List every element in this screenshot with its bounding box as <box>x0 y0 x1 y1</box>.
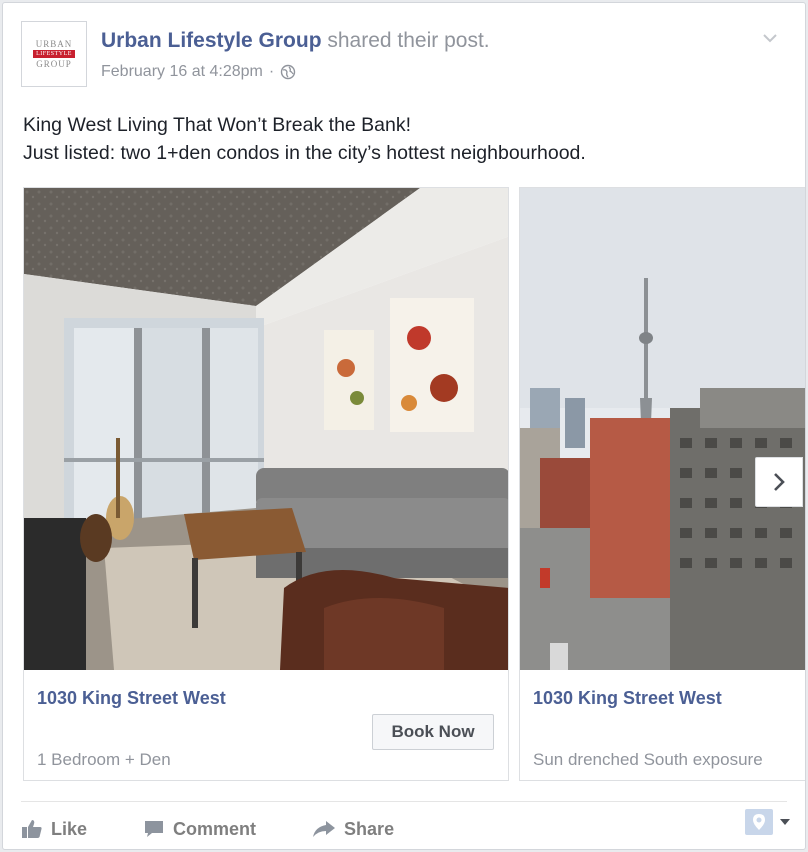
page-audience-box <box>745 809 773 835</box>
shared-text: shared their post. <box>327 29 490 52</box>
carousel-next-button[interactable] <box>755 457 803 507</box>
card-description: Sun drenched South exposure <box>533 750 763 769</box>
post-text-line: King West Living That Won’t Break the Ba… <box>23 114 412 136</box>
chevron-right-icon <box>774 473 785 491</box>
post-meta: February 16 at 4:28pm · <box>101 63 296 81</box>
card-description: 1 Bedroom + Den <box>37 750 171 769</box>
post-message: King West Living That Won’t Break the Ba… <box>23 111 586 167</box>
globe-icon[interactable] <box>280 64 296 80</box>
post-card: URBAN LIFESTYLE GROUP Urban Lifestyle Gr… <box>2 2 806 850</box>
location-pin-icon <box>753 814 765 830</box>
logo-text-1: URBAN <box>35 39 73 49</box>
condo-interior-photo[interactable] <box>24 188 508 670</box>
comment-icon <box>145 821 164 837</box>
share-button[interactable]: Share <box>312 819 394 840</box>
book-now-button[interactable]: Book Now <box>372 714 494 750</box>
audience-selector[interactable] <box>745 809 791 835</box>
comment-label: Comment <box>173 818 257 839</box>
author-line: Urban Lifestyle Group shared their post. <box>101 29 490 53</box>
post-actions: Like Comment Share <box>21 811 787 847</box>
caret-down-icon <box>780 819 790 825</box>
page-name-link[interactable]: Urban Lifestyle Group <box>101 29 322 52</box>
post-header: URBAN LIFESTYLE GROUP Urban Lifestyle Gr… <box>21 21 787 91</box>
card-title[interactable]: 1030 King Street West <box>37 688 226 709</box>
carousel-card-1[interactable]: 1030 King Street West Book Now 1 Bedroom… <box>23 187 509 781</box>
post-text-line: Just listed: two 1+den condos in the cit… <box>23 142 586 164</box>
post-timestamp[interactable]: February 16 at 4:28pm <box>101 63 263 81</box>
actions-divider <box>21 801 787 802</box>
logo-text-2: LIFESTYLE <box>33 50 75 58</box>
share-arrow-icon <box>313 821 336 837</box>
page-avatar[interactable]: URBAN LIFESTYLE GROUP <box>21 21 87 87</box>
meta-separator: · <box>268 63 275 80</box>
share-label: Share <box>344 818 395 839</box>
carousel: 1030 King Street West Book Now 1 Bedroom… <box>23 187 805 781</box>
comment-button[interactable]: Comment <box>143 819 256 840</box>
logo-text-3: GROUP <box>36 59 72 69</box>
city-street-photo[interactable] <box>520 188 805 670</box>
thumbs-up-icon <box>22 820 42 838</box>
chevron-down-icon[interactable] <box>759 27 781 49</box>
like-label: Like <box>51 818 88 839</box>
card-title[interactable]: 1030 King Street West <box>533 688 722 709</box>
like-button[interactable]: Like <box>21 819 87 840</box>
